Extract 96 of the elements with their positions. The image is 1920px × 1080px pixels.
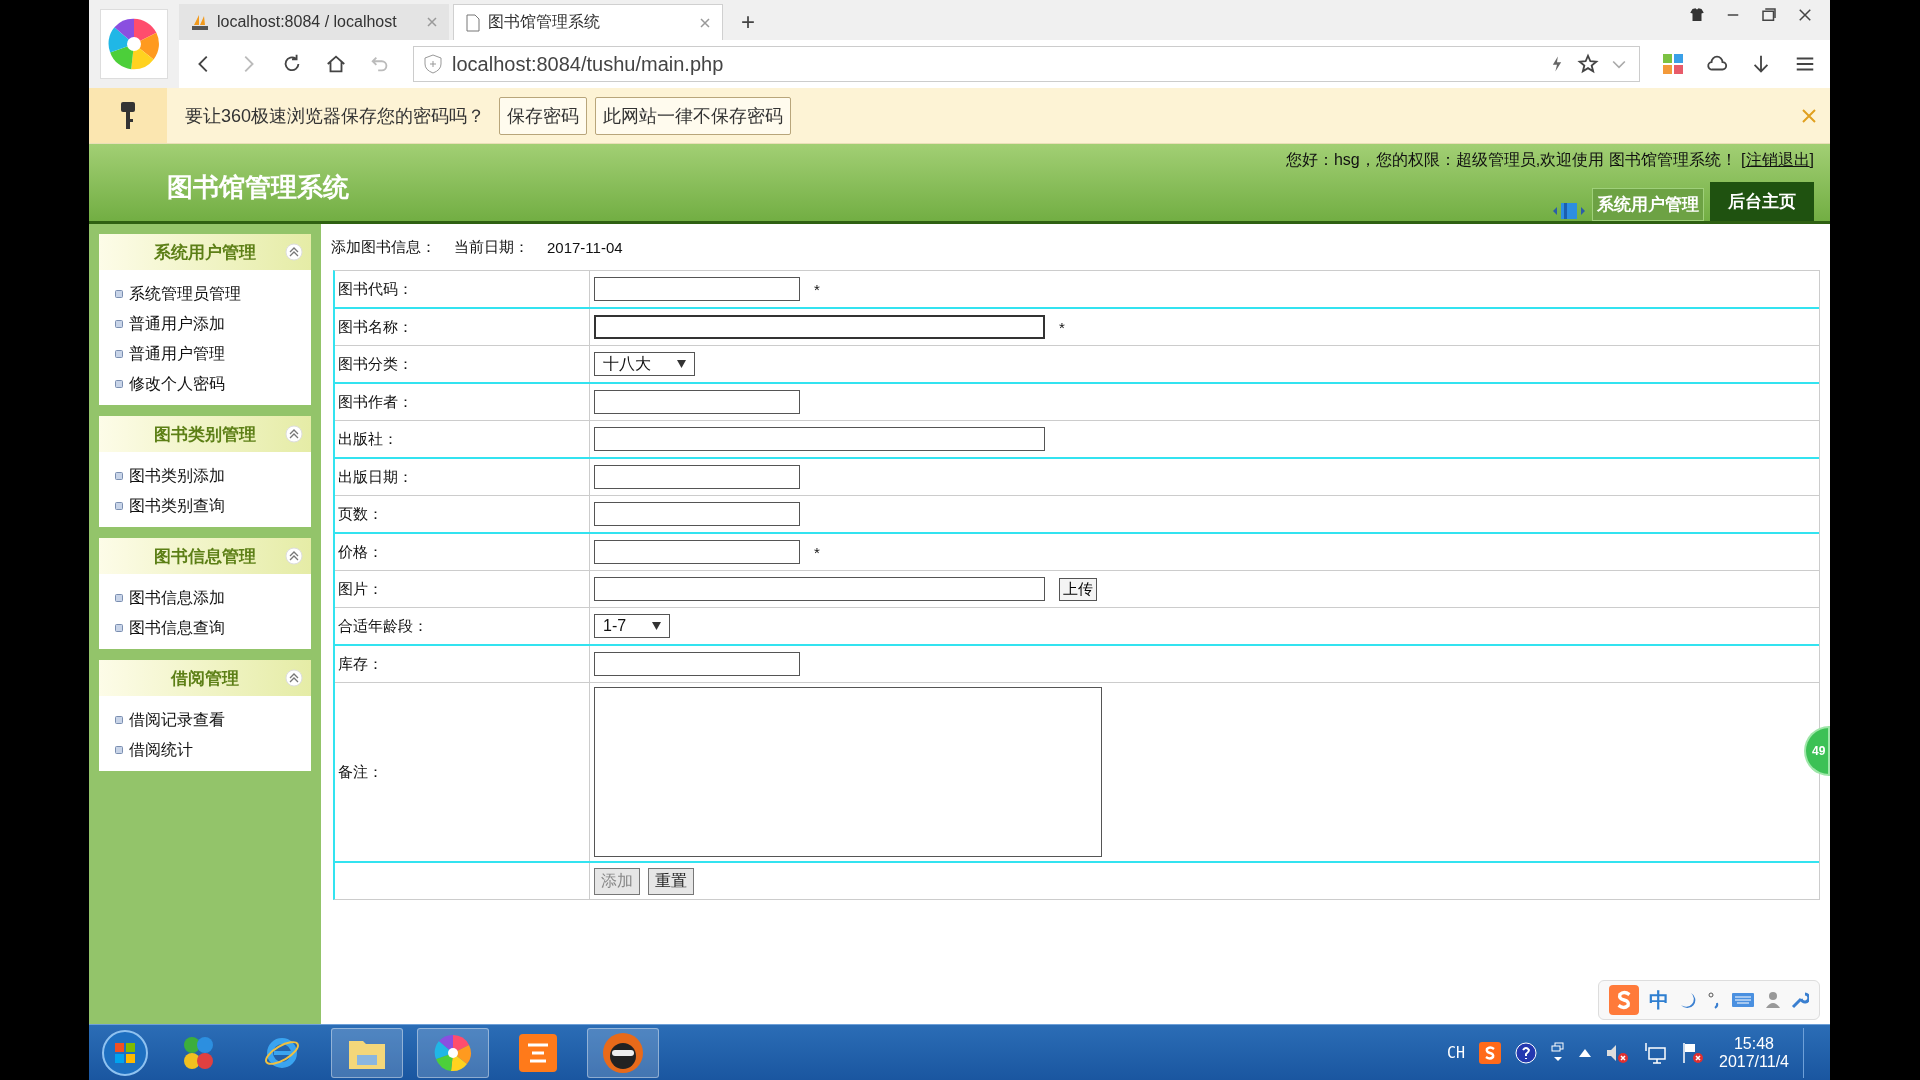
- bullet-icon: [115, 716, 123, 724]
- dropdown[interactable]: 1-7: [594, 614, 671, 638]
- home-icon[interactable]: [325, 53, 347, 75]
- star-icon[interactable]: [1577, 53, 1599, 75]
- language-indicator[interactable]: CH: [1446, 1043, 1465, 1062]
- person-icon[interactable]: [1765, 991, 1781, 1009]
- browser-tab[interactable]: 图书馆管理系统: [453, 4, 723, 40]
- bullet-icon: [115, 594, 123, 602]
- menu-item[interactable]: 图书类别查询: [115, 491, 311, 521]
- key-icon: [120, 100, 136, 131]
- new-tab-button[interactable]: +: [727, 8, 769, 40]
- required-mark: *: [814, 280, 820, 298]
- upload-button[interactable]: 上传: [1059, 577, 1097, 601]
- wrench-icon[interactable]: [1791, 991, 1809, 1009]
- field-label: 出版社：: [338, 429, 398, 449]
- field-label: 库存：: [338, 654, 383, 674]
- field-label: 图书名称：: [338, 317, 413, 337]
- form-heading: 添加图书信息：: [331, 237, 436, 257]
- text-field[interactable]: [594, 652, 800, 676]
- menu-item[interactable]: 普通用户管理: [115, 339, 311, 369]
- password-prompt: 要让360极速浏览器保存您的密码吗？: [185, 104, 486, 128]
- collapse-icon[interactable]: [285, 425, 303, 443]
- sail-icon: [191, 13, 209, 31]
- collapse-icon[interactable]: [285, 669, 303, 687]
- form-button[interactable]: 重置: [648, 867, 694, 895]
- bullet-icon: [115, 472, 123, 480]
- bullet-icon: [115, 624, 123, 632]
- field-label: 合适年龄段：: [338, 616, 428, 636]
- shirt-icon[interactable]: [1688, 6, 1706, 24]
- date-label: 当前日期：: [454, 237, 529, 257]
- dropdown[interactable]: 十八大: [594, 352, 695, 376]
- clock[interactable]: 15:48 2017/11/4: [1719, 1034, 1789, 1071]
- field-label: 图片：: [338, 579, 383, 599]
- pinwheel-icon: [433, 1032, 473, 1073]
- password-button[interactable]: 保存密码: [499, 96, 588, 135]
- field-label: 图书分类：: [338, 354, 413, 374]
- text-field[interactable]: [594, 540, 800, 564]
- s-logo-icon[interactable]: [1479, 1041, 1501, 1064]
- bullet-icon: [115, 502, 123, 510]
- menu-item[interactable]: 修改个人密码: [115, 369, 311, 399]
- address-bar[interactable]: localhost:8084/tushu/main.php: [413, 46, 1640, 82]
- field-label: 备注：: [338, 762, 383, 782]
- field-label: 出版日期：: [338, 467, 413, 487]
- s-logo-icon[interactable]: [1609, 985, 1639, 1015]
- required-mark: *: [1059, 318, 1065, 336]
- close-icon[interactable]: [1796, 6, 1814, 24]
- bullet-icon: [115, 320, 123, 328]
- text-field[interactable]: [594, 427, 1045, 451]
- field-label: 图书代码：: [338, 279, 413, 299]
- nav-tab[interactable]: 后台主页: [1710, 182, 1814, 221]
- text-field[interactable]: [594, 390, 800, 414]
- menu-item[interactable]: 借阅记录查看: [115, 705, 311, 735]
- menu-item[interactable]: 普通用户添加: [115, 309, 311, 339]
- text-field[interactable]: [594, 502, 800, 526]
- collapse-icon[interactable]: [285, 547, 303, 565]
- punctuation-icon[interactable]: [1707, 991, 1721, 1009]
- browser-tab[interactable]: localhost:8084 / localhost: [179, 4, 449, 40]
- bullet-icon: [115, 380, 123, 388]
- input-mode[interactable]: 中: [1649, 986, 1669, 1014]
- maximize-icon[interactable]: [1760, 6, 1778, 24]
- help-icon[interactable]: [1515, 1041, 1537, 1064]
- up-arrow-icon[interactable]: [1579, 1048, 1591, 1057]
- book-arrows-icon[interactable]: [1552, 201, 1586, 221]
- app-grid-icon[interactable]: [1662, 53, 1684, 75]
- text-field[interactable]: [594, 277, 800, 301]
- page-icon: [466, 13, 480, 32]
- windows-icon[interactable]: [1551, 1041, 1565, 1064]
- app-title: 图书馆管理系统: [167, 171, 349, 204]
- caret-icon: [652, 622, 662, 630]
- current-date: 2017-11-04: [547, 238, 623, 256]
- caret-icon: [677, 360, 686, 368]
- required-mark: *: [814, 543, 820, 561]
- keyboard-icon[interactable]: [1731, 992, 1755, 1008]
- flag-error-icon[interactable]: [1681, 1041, 1705, 1064]
- shield-icon: [424, 54, 442, 74]
- field-label: 价格：: [338, 542, 383, 562]
- field-label: 页数：: [338, 504, 383, 524]
- bullet-icon: [115, 290, 123, 298]
- browser-logo: [106, 16, 162, 72]
- network-icon[interactable]: [1643, 1041, 1667, 1064]
- logout-link[interactable]: 注销退出: [1745, 151, 1810, 168]
- password-button[interactable]: 此网站一律不保存密码: [595, 96, 792, 135]
- menu-item[interactable]: 图书类别添加: [115, 461, 311, 491]
- file-field[interactable]: [594, 577, 1045, 601]
- bullet-icon: [115, 350, 123, 358]
- menu-item[interactable]: 图书信息查询: [115, 613, 311, 643]
- menu-item[interactable]: 图书信息添加: [115, 583, 311, 613]
- menu-item[interactable]: 借阅统计: [115, 735, 311, 765]
- welcome-text: 您好：hsg，您的权限：超级管理员,欢迎使用 图书馆管理系统！ [注销退出]: [1285, 150, 1814, 170]
- collapse-icon[interactable]: [285, 243, 303, 261]
- menu-item[interactable]: 系统管理员管理: [115, 279, 311, 309]
- text-field[interactable]: [594, 315, 1045, 339]
- start-button[interactable]: [101, 1028, 149, 1077]
- field-label: 图书作者：: [338, 392, 413, 412]
- bullet-icon: [115, 746, 123, 754]
- text-field[interactable]: [594, 465, 800, 489]
